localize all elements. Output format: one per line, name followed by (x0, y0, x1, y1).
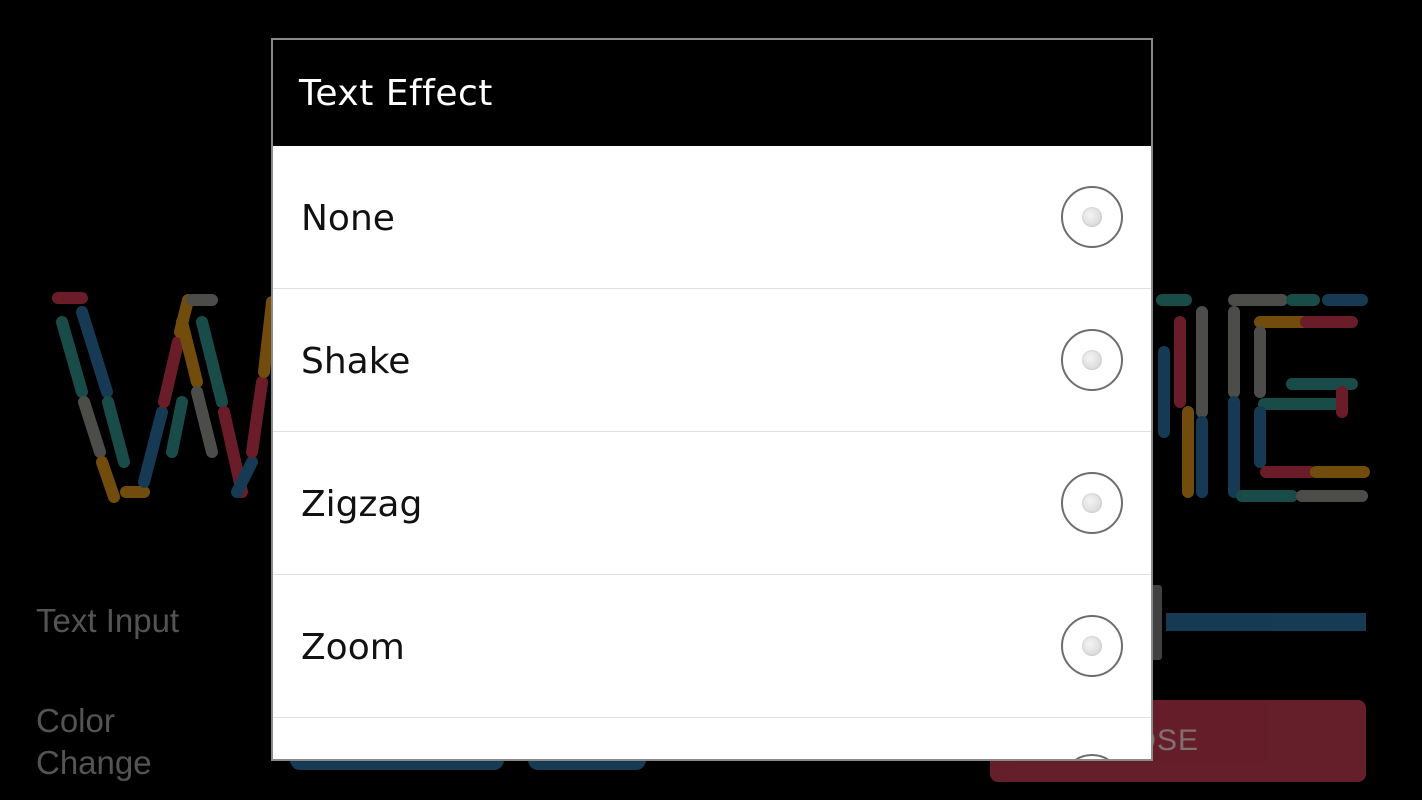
radio-dot-icon (1082, 636, 1102, 656)
radio-button[interactable] (1061, 472, 1123, 534)
text-effect-dialog: Text Effect None Shake Zigzag Zoom (271, 38, 1153, 761)
app-screen: Text Input Color Change LOSE Text Effect… (0, 0, 1422, 800)
radio-button[interactable] (1061, 754, 1123, 759)
option-label: None (301, 197, 395, 239)
text-input-label: Text Input (36, 602, 180, 639)
option-label: Zigzag (301, 483, 423, 525)
effect-option-zigzag[interactable]: Zigzag (273, 432, 1151, 575)
effect-option-none[interactable]: None (273, 146, 1151, 289)
effect-options-list: None Shake Zigzag Zoom (273, 146, 1151, 759)
effect-option-zoom[interactable]: Zoom (273, 575, 1151, 718)
radio-button[interactable] (1061, 186, 1123, 248)
radio-dot-icon (1082, 350, 1102, 370)
dialog-header: Text Effect (273, 40, 1151, 146)
effect-option-partial[interactable] (273, 718, 1151, 759)
color-change-label: Color Change (36, 702, 152, 781)
radio-button[interactable] (1061, 615, 1123, 677)
option-label: Shake (301, 340, 411, 382)
effect-option-shake[interactable]: Shake (273, 289, 1151, 432)
radio-dot-icon (1082, 493, 1102, 513)
radio-dot-icon (1082, 207, 1102, 227)
slider-track (1166, 613, 1366, 631)
dialog-title: Text Effect (299, 72, 493, 114)
option-label: Zoom (301, 626, 405, 668)
radio-button[interactable] (1061, 329, 1123, 391)
